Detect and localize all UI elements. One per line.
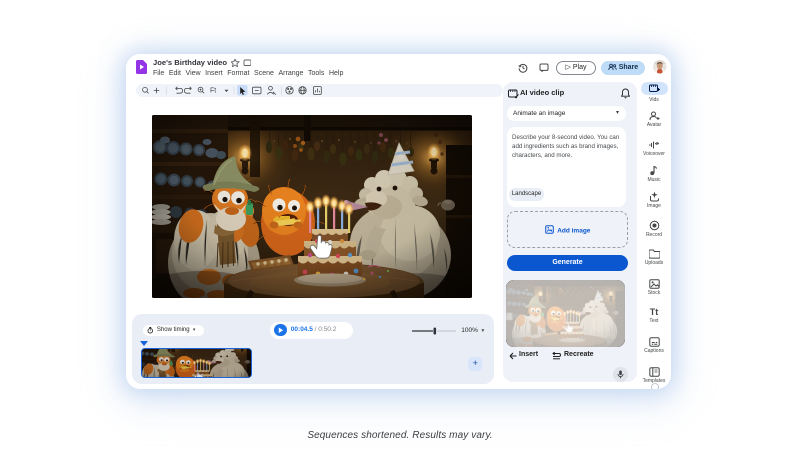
svg-text:Ft: Ft — [210, 88, 216, 95]
